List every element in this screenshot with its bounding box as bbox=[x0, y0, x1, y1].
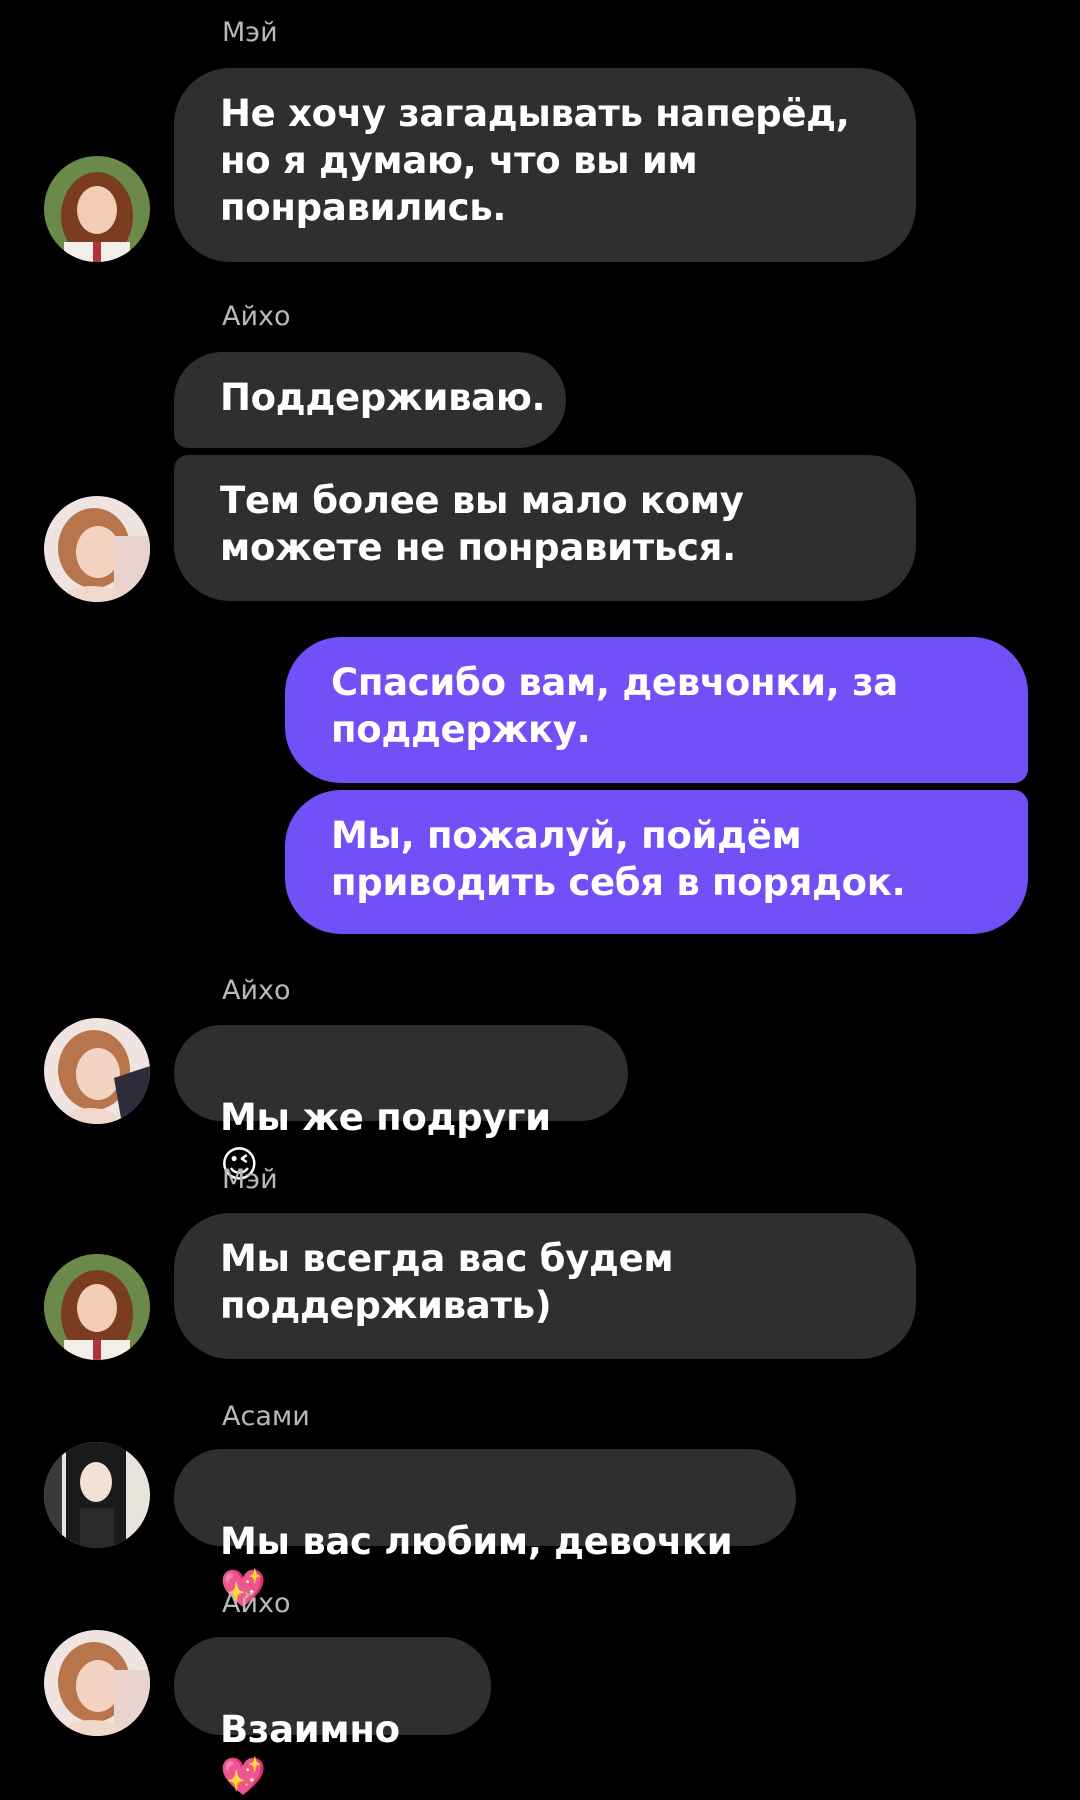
aiho-avatar[interactable] bbox=[44, 1018, 150, 1124]
outgoing-message-bubble[interactable]: Спасибо вам, девчонки, за поддержку. bbox=[285, 637, 1028, 783]
sender-name: Мэй bbox=[222, 17, 278, 48]
message-text: Взаимно bbox=[220, 1708, 400, 1751]
portrait-icon bbox=[44, 156, 150, 262]
sender-name: Айхо bbox=[222, 1588, 291, 1619]
message-bubble[interactable]: Поддерживаю. bbox=[174, 352, 566, 448]
portrait-icon bbox=[44, 1018, 150, 1124]
message-bubble[interactable]: Взаимно💖 bbox=[174, 1637, 491, 1798]
message-text: Мы же подруги bbox=[220, 1096, 551, 1139]
sender-name: Асами bbox=[222, 1401, 310, 1432]
message-bubble[interactable]: Мы вас любим, девочки💖 bbox=[174, 1449, 796, 1610]
portrait-icon bbox=[44, 496, 150, 602]
portrait-icon bbox=[44, 1442, 150, 1548]
asami-avatar[interactable] bbox=[44, 1442, 150, 1548]
sender-name: Айхо bbox=[222, 975, 291, 1006]
message-text: Мы вас любим, девочки bbox=[220, 1520, 733, 1563]
sender-name: Айхо bbox=[222, 301, 291, 332]
sender-name: Мэй bbox=[222, 1164, 278, 1195]
message-bubble[interactable]: Тем более вы мало кому можете не понрави… bbox=[174, 455, 916, 601]
message-bubble[interactable]: Не хочу загадывать наперёд, но я думаю, … bbox=[174, 68, 916, 262]
portrait-icon bbox=[44, 1630, 150, 1736]
aiho-avatar[interactable] bbox=[44, 496, 150, 602]
message-bubble[interactable]: Мы всегда вас будем поддерживать) bbox=[174, 1213, 916, 1359]
mei-avatar[interactable] bbox=[44, 156, 150, 262]
aiho-avatar[interactable] bbox=[44, 1630, 150, 1736]
message-bubble[interactable]: Мы же подруги😉 bbox=[174, 1025, 628, 1186]
portrait-icon bbox=[44, 1254, 150, 1360]
mei-avatar[interactable] bbox=[44, 1254, 150, 1360]
outgoing-message-bubble[interactable]: Мы, пожалуй, пойдём приводить себя в пор… bbox=[285, 790, 1028, 934]
sparkling-heart-emoji-icon: 💖 bbox=[220, 1755, 266, 1798]
